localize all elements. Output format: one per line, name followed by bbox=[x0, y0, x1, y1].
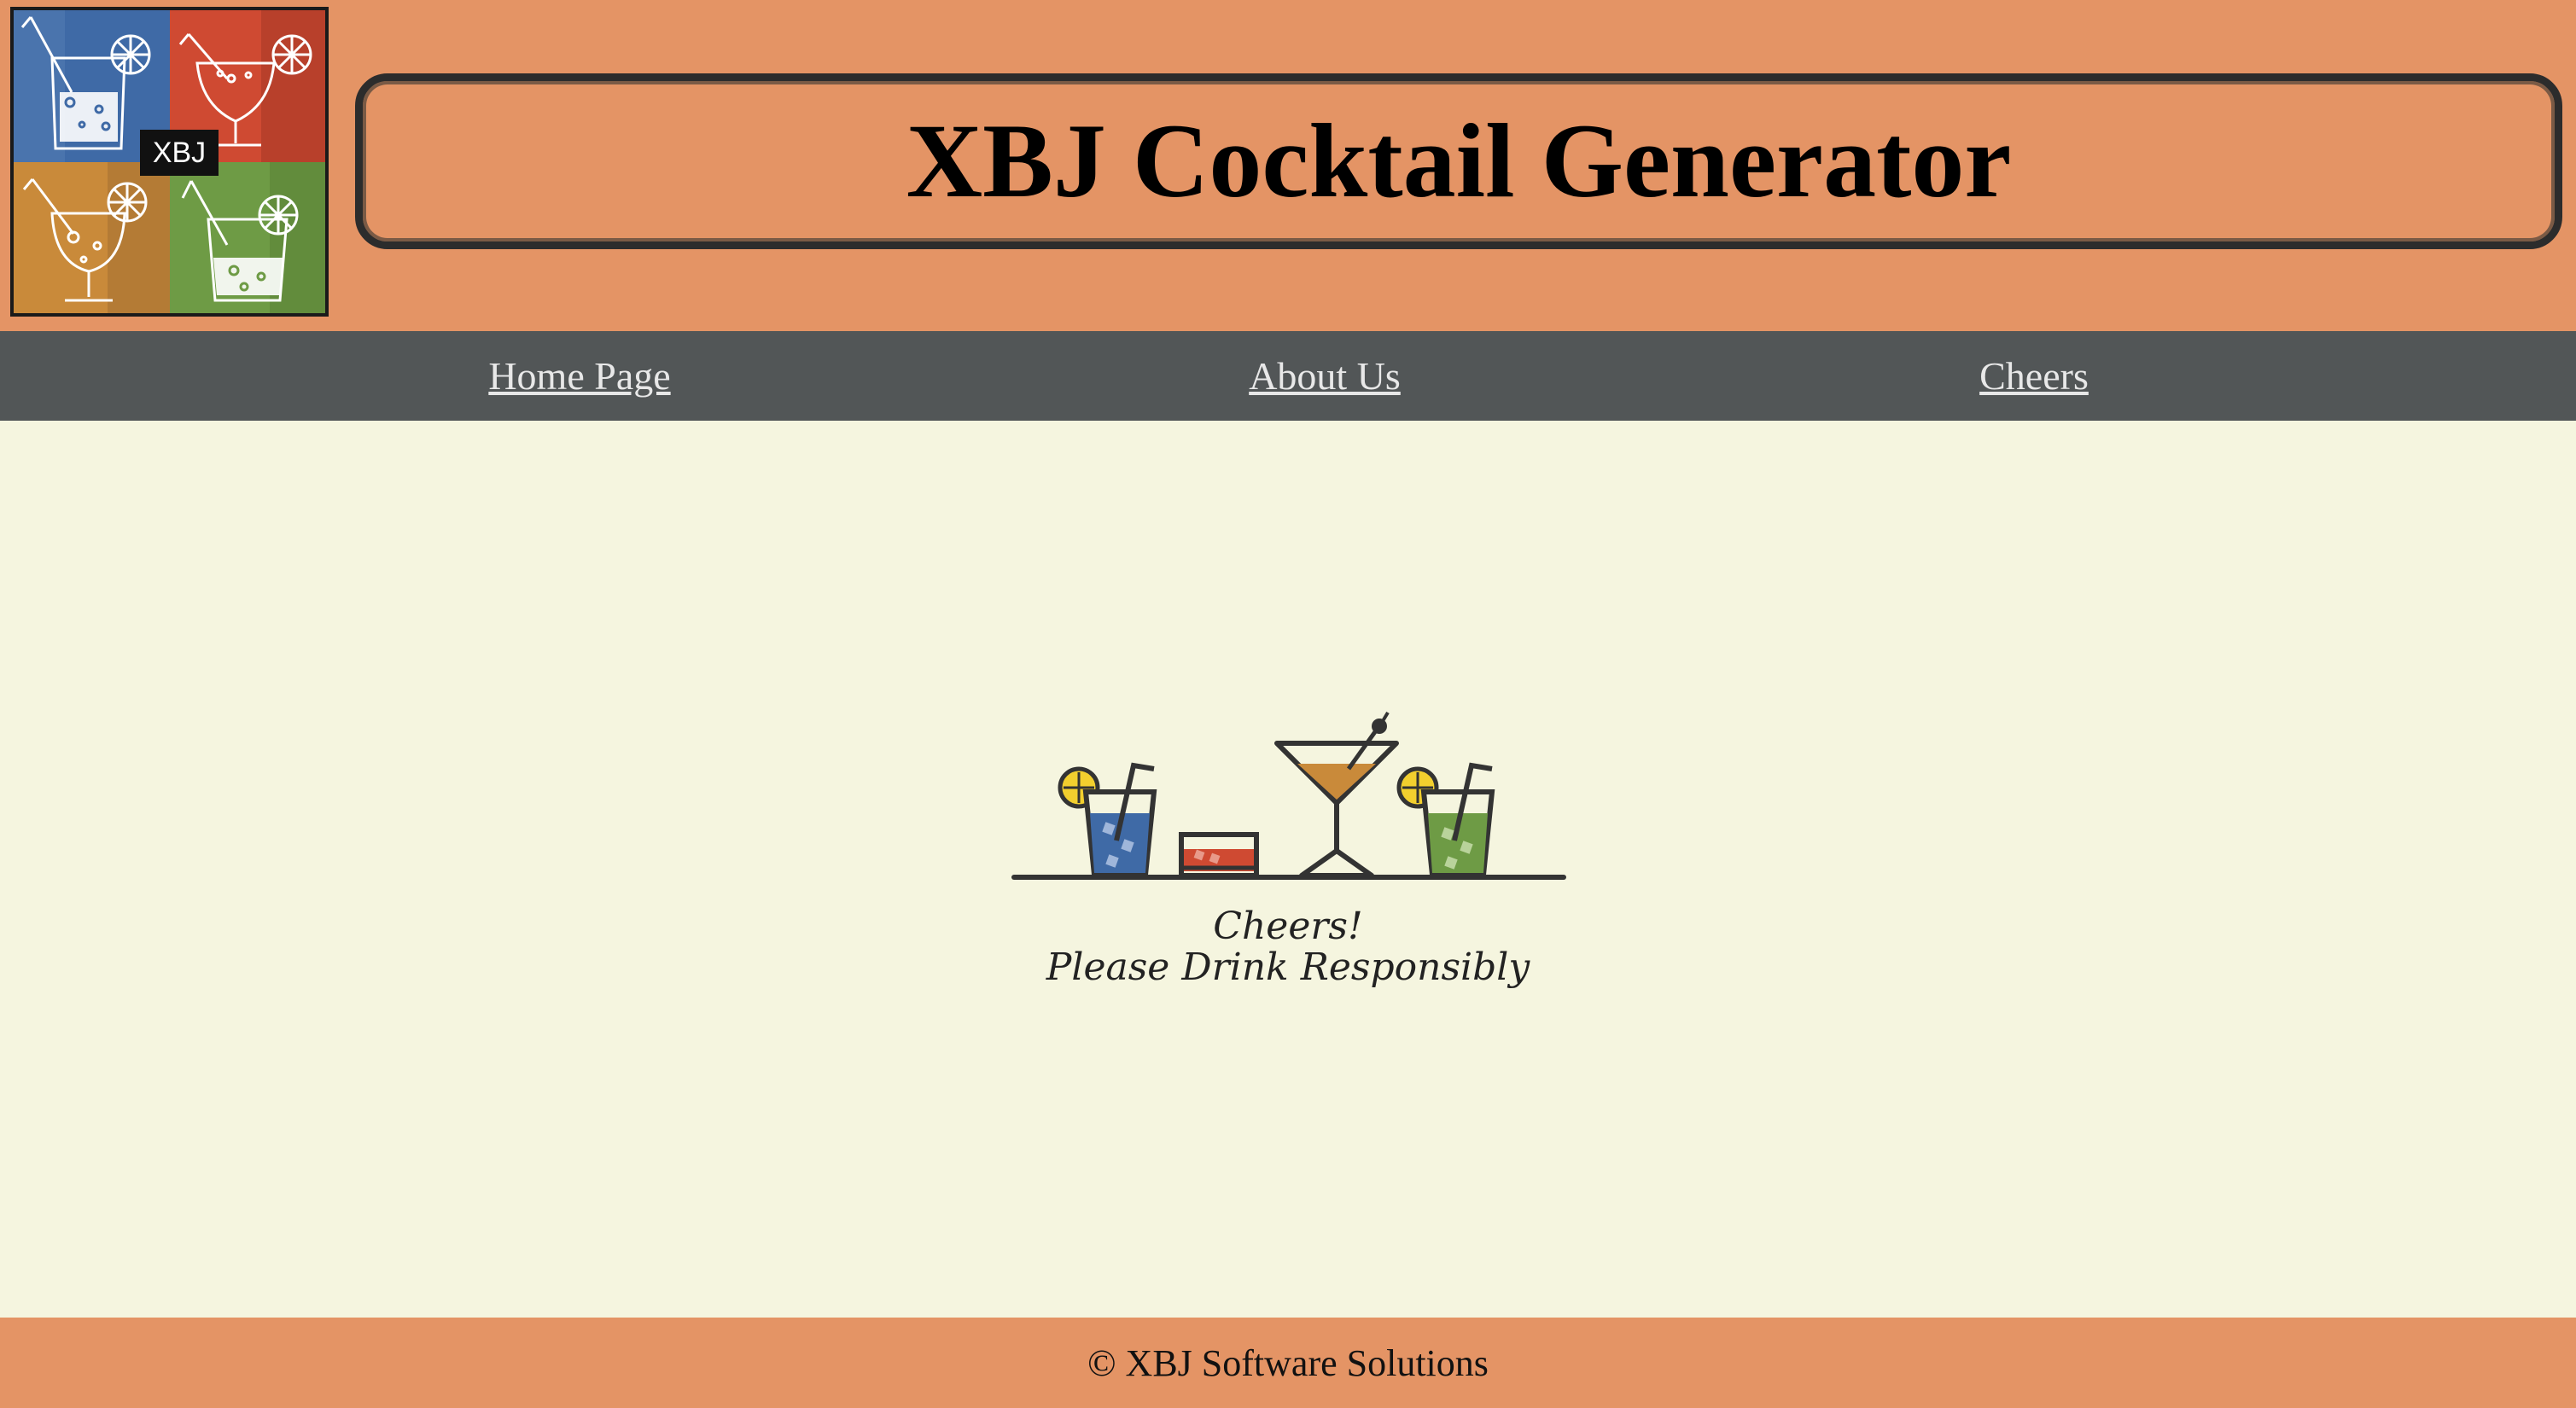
header: XBJ XBJ Cocktail Generator bbox=[0, 0, 2576, 331]
drink-responsibly-line: Please Drink Responsibly bbox=[1046, 945, 1530, 989]
cheers-line: Cheers! bbox=[1213, 905, 1363, 948]
cheers-message: Cheers! Please Drink Responsibly bbox=[947, 906, 1629, 988]
logo[interactable]: XBJ bbox=[10, 7, 329, 317]
footer: © XBJ Software Solutions bbox=[0, 1318, 2576, 1408]
nav-bar: Home Page About Us Cheers bbox=[0, 331, 2576, 421]
logo-badge: XBJ bbox=[140, 130, 219, 176]
nav-link-home[interactable]: Home Page bbox=[488, 331, 670, 421]
page-title: XBJ Cocktail Generator bbox=[906, 102, 2012, 219]
nav-link-about[interactable]: About Us bbox=[1249, 331, 1401, 421]
footer-copyright: © XBJ Software Solutions bbox=[1087, 1341, 1489, 1384]
title-banner: XBJ Cocktail Generator bbox=[355, 73, 2562, 249]
nav-link-cheers[interactable]: Cheers bbox=[1979, 331, 2089, 421]
cocktail-glasses-icon bbox=[1007, 704, 1571, 900]
